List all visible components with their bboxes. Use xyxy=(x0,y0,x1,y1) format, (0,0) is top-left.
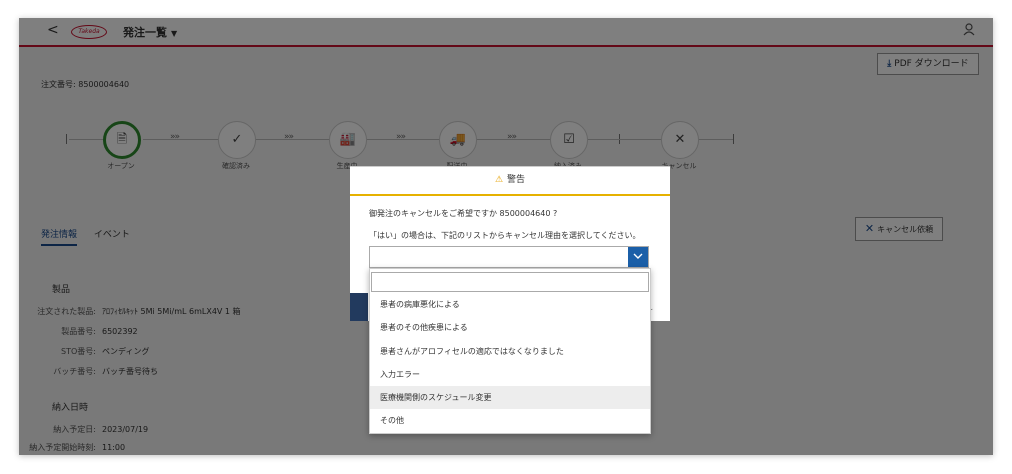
dropdown-option-highlighted[interactable]: 医療機関側のスケジュール変更 xyxy=(370,386,650,409)
app-window: < Takeda 発注一覧▼ ⤓PDF ダウンロード 注文番号: 8500004… xyxy=(19,18,993,455)
dialog-question: 御発注のキャンセルをご希望ですか 8500004640 ? xyxy=(369,209,558,218)
chevron-down-icon[interactable] xyxy=(628,247,648,267)
dropdown-search-input[interactable] xyxy=(371,272,649,292)
cancel-reason-select[interactable] xyxy=(369,246,649,268)
dialog-button[interactable] xyxy=(350,293,368,321)
warning-icon: ⚠ xyxy=(494,175,504,185)
dropdown-option[interactable]: 患者の病庫悪化による xyxy=(370,293,650,316)
dropdown-option[interactable]: その他 xyxy=(370,409,650,432)
dropdown-option[interactable]: 患者さんがアロフィセルの適応ではなくなりました xyxy=(370,340,650,363)
dialog-header: ⚠ 警告 xyxy=(350,167,670,196)
dropdown-option[interactable]: 入力エラー xyxy=(370,363,650,386)
dialog-instruction: 「はい」の場合は、下記のリストからキャンセル理由を選択してください。 xyxy=(369,231,641,240)
cancel-reason-dropdown: 患者の病庫悪化による 患者のその他疾患による 患者さんがアロフィセルの適応ではな… xyxy=(369,268,651,434)
dropdown-option[interactable]: 患者のその他疾患による xyxy=(370,316,650,339)
dialog-title: 警告 xyxy=(507,175,526,185)
